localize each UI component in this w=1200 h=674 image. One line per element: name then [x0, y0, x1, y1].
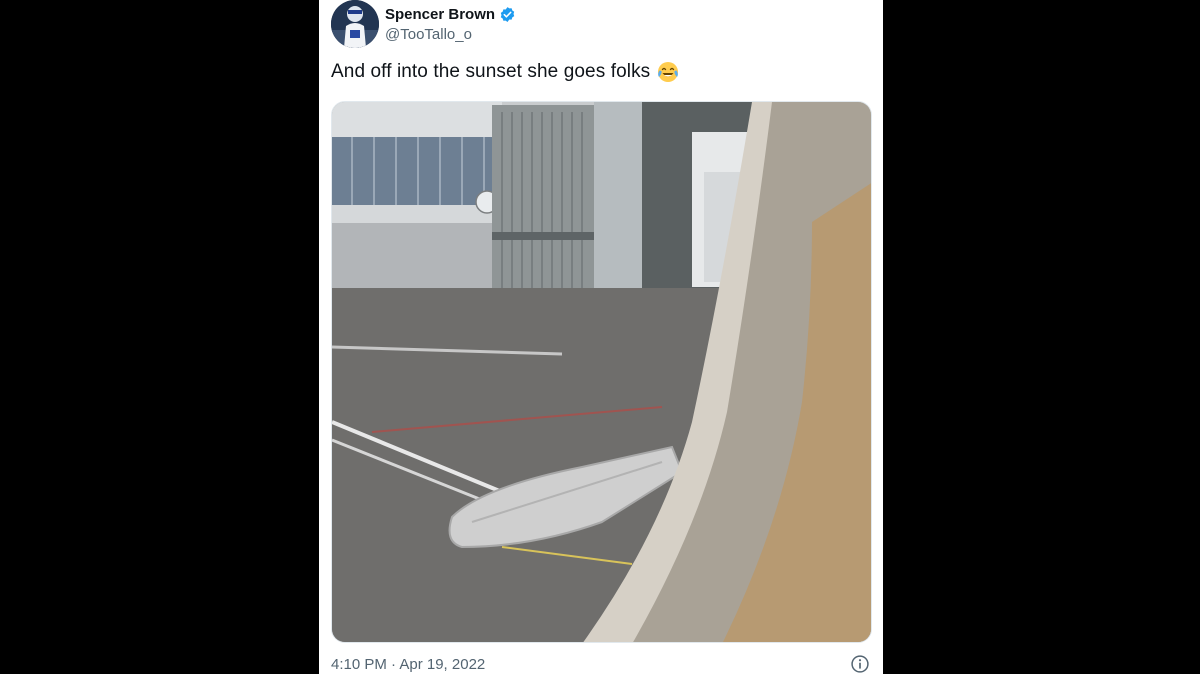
page: Spencer Brown @TooTallo_o And off into t…: [0, 0, 1200, 674]
tweet-text-row: And off into the sunset she goes folks: [331, 60, 680, 84]
tweet-timestamp[interactable]: 4:10 PM · Apr 19, 2022: [331, 656, 485, 673]
verified-badge-icon: [499, 6, 516, 23]
author-name[interactable]: Spencer Brown: [385, 6, 495, 23]
tweet-text: And off into the sunset she goes folks: [331, 61, 651, 82]
author-name-row: Spencer Brown: [385, 4, 516, 24]
author-avatar[interactable]: [331, 0, 379, 48]
author-handle[interactable]: @TooTallo_o: [385, 26, 472, 43]
tweet-card: Spencer Brown @TooTallo_o And off into t…: [319, 0, 883, 674]
face-with-tears-of-joy-icon: [656, 60, 680, 84]
airport-window-photo: [332, 102, 871, 642]
tweet-photo[interactable]: [331, 101, 872, 643]
avatar-image: [331, 0, 379, 48]
info-icon[interactable]: [850, 654, 870, 674]
